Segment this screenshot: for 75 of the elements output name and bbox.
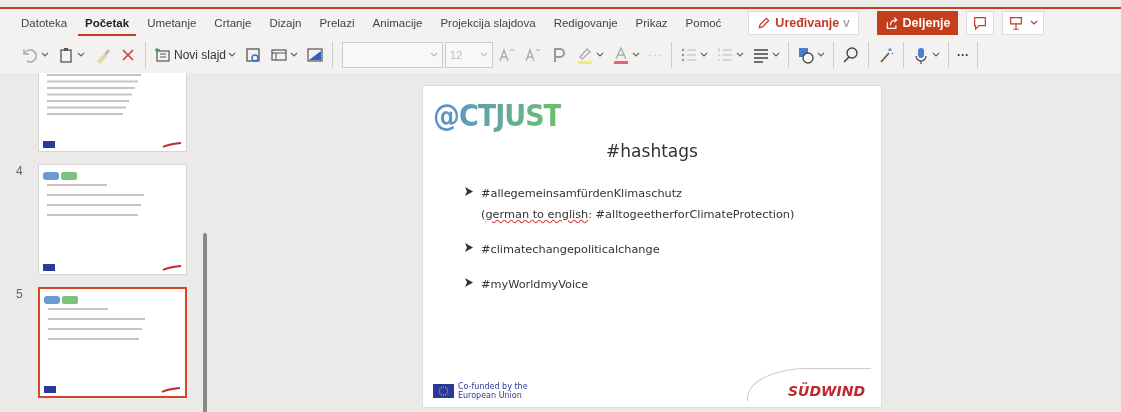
ribbon-tab[interactable]: Animacije	[365, 10, 430, 36]
comment-icon	[972, 15, 989, 31]
bullet-text: #climatechangepoliticalchange	[481, 243, 660, 256]
ribbon-tab[interactable]: Umetanje	[140, 10, 204, 36]
ribbon-tab[interactable]: Pomoć	[678, 10, 729, 36]
eu-label: Co-funded by the European Union	[458, 382, 529, 400]
search-icon	[842, 46, 861, 64]
slide-number: 4	[16, 164, 24, 180]
pencil-icon	[757, 16, 772, 30]
align-icon	[752, 46, 771, 64]
shrink-font-icon	[524, 46, 543, 64]
eu-flag-icon	[43, 141, 55, 148]
eu-flag-icon	[433, 381, 454, 401]
ribbon-tab[interactable]: Datoteka	[14, 10, 75, 36]
caret-icon	[736, 52, 745, 58]
layout-icon	[270, 46, 289, 64]
caret-icon	[41, 52, 49, 58]
caret-icon	[817, 52, 826, 58]
reuse-slides-icon	[244, 46, 263, 64]
comments-button[interactable]	[966, 11, 995, 35]
numbering-icon	[716, 46, 735, 64]
ribbon-tab[interactable]: Prelazi	[312, 10, 362, 36]
ribbon-tab[interactable]: Crtanje	[207, 10, 259, 36]
arrow-bullet-icon	[465, 243, 473, 252]
slide-thumbnail[interactable]	[38, 287, 187, 398]
caret-icon	[480, 52, 489, 58]
more-options-button[interactable]: ···	[954, 45, 973, 65]
font-color-icon	[612, 46, 631, 64]
eu-flag-icon	[44, 386, 56, 393]
presentation-icon	[1008, 15, 1025, 31]
ribbon-tab[interactable]: Projekcija slajdova	[433, 10, 543, 36]
bullets-icon	[680, 46, 699, 64]
caret-icon	[290, 52, 299, 58]
editing-mode-button[interactable]: Uređivanje v	[748, 11, 859, 35]
ribbon-tab[interactable]: Prikaz	[628, 10, 675, 36]
bullet-text: #allegemeinsamfürdenKlimaschutz	[481, 187, 684, 200]
share-button[interactable]: Deljenje	[876, 11, 959, 35]
logo-icon	[43, 171, 77, 181]
bullet-note: (german to english: #alltogeetherforClimateProtection)	[481, 208, 795, 221]
undo-icon	[21, 46, 39, 64]
logo-icon	[44, 295, 78, 305]
designer-icon	[877, 46, 896, 64]
present-button[interactable]	[1002, 11, 1045, 35]
caret-icon	[77, 52, 85, 58]
caret-icon	[772, 52, 781, 58]
arrow-bullet-icon	[465, 278, 473, 287]
highlight-icon	[576, 46, 595, 64]
slide-number: 5	[16, 287, 24, 303]
bullet-text: #myWorldmyVoice	[481, 278, 589, 291]
background-icon	[306, 46, 325, 64]
arrow-bullet-icon	[465, 187, 473, 196]
ribbon-tab[interactable]: Redigovanje	[546, 10, 625, 36]
brand-logo-icon	[162, 141, 182, 149]
slide-title: #hashtags	[605, 141, 699, 161]
scrollbar[interactable]	[203, 233, 207, 412]
caret-icon	[228, 52, 237, 58]
shapes-icon	[797, 46, 816, 64]
caret-icon	[430, 52, 439, 58]
grow-font-icon	[498, 46, 517, 64]
new-slide-icon	[154, 46, 172, 64]
caret-icon	[1030, 20, 1039, 26]
font-name-field[interactable]	[342, 42, 444, 68]
paste-icon	[57, 46, 75, 64]
eu-flag-icon	[43, 264, 55, 271]
share-icon	[884, 16, 899, 30]
caret-icon	[932, 52, 941, 58]
brand-logo-icon	[161, 386, 181, 394]
caret-icon	[700, 52, 709, 58]
brand-logo-icon	[162, 264, 182, 272]
ribbon-tab[interactable]: Početak	[78, 10, 137, 36]
new-slide-button[interactable]: Novi slajd	[151, 43, 240, 67]
caret-icon	[632, 52, 641, 58]
brand-logo: SÜDWIND	[746, 368, 871, 401]
caret-icon	[596, 52, 605, 58]
ribbon-tab[interactable]: Dizajn	[262, 10, 309, 36]
